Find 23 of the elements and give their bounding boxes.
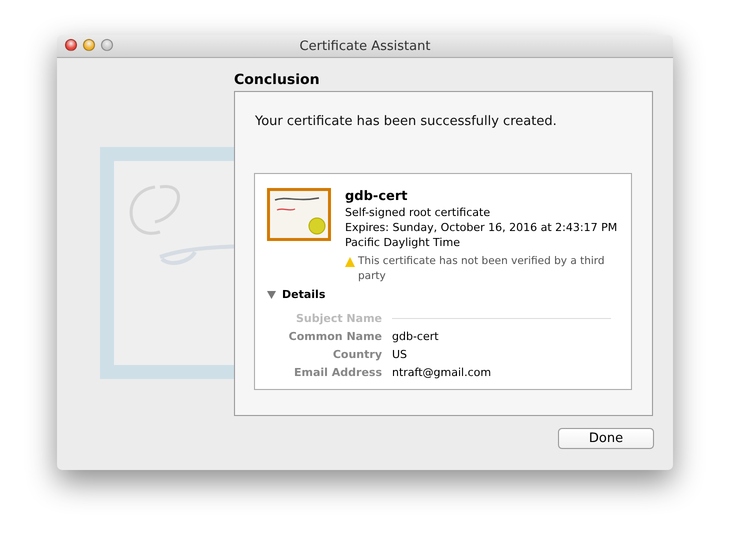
field-value: ntraft@gmail.com bbox=[392, 365, 492, 380]
zoom-button[interactable] bbox=[101, 39, 113, 51]
field-value: US bbox=[392, 347, 408, 362]
certificate-icon bbox=[267, 188, 331, 241]
close-button[interactable] bbox=[65, 39, 77, 51]
certificate-type: Self-signed root certificate bbox=[345, 205, 492, 220]
disclosure-triangle-icon[interactable] bbox=[267, 290, 276, 298]
field-label: Country bbox=[332, 347, 382, 362]
certificate-name: gdb-cert bbox=[345, 188, 408, 205]
field-value: gdb-cert bbox=[392, 329, 440, 344]
details-label: Details bbox=[282, 288, 326, 301]
warning-text: This certificate has not been verified by a third party bbox=[358, 254, 606, 284]
warning-icon bbox=[345, 257, 355, 267]
success-message: Your certificate has been successfully created. bbox=[255, 114, 558, 129]
section-heading: Conclusion bbox=[234, 72, 321, 88]
field-section-label: Subject Name bbox=[294, 311, 382, 326]
window-title: Certificate Assistant bbox=[300, 38, 430, 54]
field-label: Email Address bbox=[292, 365, 382, 380]
field-label: Common Name bbox=[288, 329, 382, 344]
done-button[interactable]: Done bbox=[558, 428, 654, 449]
time-zone: Pacific Daylight Time bbox=[345, 235, 461, 250]
minimize-button[interactable] bbox=[83, 39, 95, 51]
expiry-date: Expires: Sunday, October 16, 2016 at 2:43:17 PM bbox=[345, 220, 618, 235]
